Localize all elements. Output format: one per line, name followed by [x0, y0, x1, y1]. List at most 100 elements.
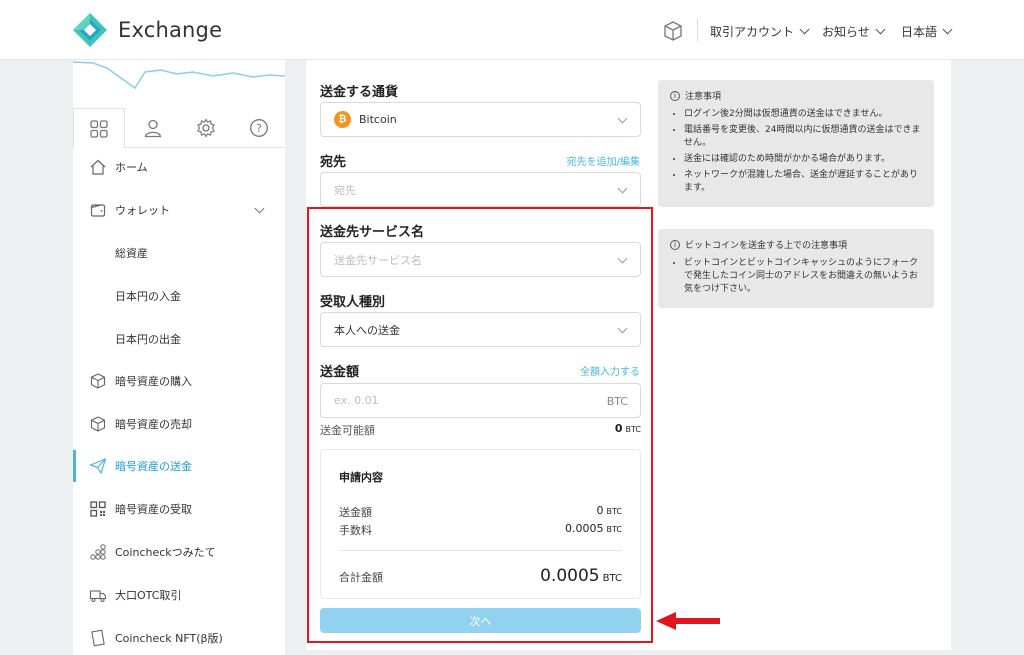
- notifications-label: お知らせ: [822, 25, 870, 39]
- summary-total-unit: BTC: [602, 573, 622, 584]
- sidebar-item-label: Coincheckつみたて: [115, 546, 216, 559]
- summary-title: 申請内容: [339, 471, 383, 484]
- sidebar-item-label: Coincheck NFT(β版): [115, 632, 223, 645]
- available-amount-value: 0 BTC: [320, 422, 641, 435]
- notice-box-general: i 注意事項 ログイン後2分間は仮想通貨の送金はできません。 電話番号を変更後、…: [658, 80, 934, 207]
- recipient-type-value: 本人への送金: [334, 323, 400, 337]
- sidebar-item-sell-crypto[interactable]: 暗号資産の売却: [73, 408, 285, 440]
- card-icon: [87, 627, 109, 649]
- price-sparkline: [73, 61, 285, 90]
- chevron-down-icon: [875, 24, 886, 35]
- amount-input[interactable]: ex. 0.01 BTC: [320, 383, 641, 418]
- info-icon: i: [670, 90, 680, 101]
- notice-box-bitcoin: i ビットコインを送金する上での注意事項 ビットコインとビットコインキャッシュの…: [658, 229, 934, 308]
- trading-account-label: 取引アカウント: [710, 25, 795, 39]
- chevron-down-icon: [617, 113, 628, 124]
- summary-total-value: 0.0005 BTC: [540, 566, 622, 586]
- chevron-down-icon: [942, 24, 953, 35]
- summary-total-number: 0.0005: [540, 566, 600, 586]
- notifications-menu[interactable]: お知らせ: [822, 23, 886, 40]
- sidebar-item-tsumitate[interactable]: Coincheckつみたて: [73, 536, 285, 568]
- service-name-label: 送金先サービス名: [320, 225, 425, 240]
- amount-label: 送金額: [320, 365, 360, 380]
- chevron-down-icon: [254, 203, 265, 214]
- sidebar: ? ホーム ウォレット 総資産 日本円の入金 日本円の出金 暗号資産の購入 暗号…: [73, 60, 285, 655]
- sidebar-icon-tabs: ?: [73, 108, 285, 148]
- sidebar-item-send-crypto[interactable]: 暗号資産の送金: [73, 450, 285, 482]
- coincheck-logo-icon[interactable]: [72, 12, 108, 48]
- sidebar-item-home[interactable]: ホーム: [73, 151, 285, 183]
- available-amount-number: 0: [614, 422, 623, 435]
- brand-name[interactable]: Exchange: [118, 18, 222, 42]
- recipient-type-select[interactable]: 本人への送金: [320, 312, 641, 347]
- summary-amount-number: 0: [596, 504, 604, 517]
- list-item: ビットコインとビットコインキャッシュのようにフォークで発生したコイン同士のアドレ…: [684, 257, 922, 296]
- send-crypto-panel: 送金する通貨 ₿ Bitcoin 宛先 宛先を追加/編集 宛先 送金先サービス名…: [306, 60, 951, 650]
- tab-settings[interactable]: [180, 108, 232, 148]
- summary-fee-number: 0.0005: [565, 522, 604, 535]
- tab-help[interactable]: ?: [233, 108, 285, 148]
- cube-icon: [87, 413, 109, 435]
- bitcoin-icon: ₿: [334, 111, 351, 128]
- list-item: 電話番号を変更後、24時間以内に仮想通貨の送金はできません。: [684, 124, 922, 150]
- destination-select[interactable]: 宛先: [320, 172, 641, 207]
- summary-fee-row: 手数料 0.0005 BTC: [339, 522, 622, 538]
- recipient-type-label: 受取人種別: [320, 295, 386, 310]
- sidebar-item-receive-crypto[interactable]: 暗号資産の受取: [73, 493, 285, 525]
- tab-account[interactable]: [127, 108, 179, 148]
- coins-icon: [87, 541, 109, 563]
- grid-icon: [90, 119, 108, 138]
- currency-value: Bitcoin: [359, 113, 397, 126]
- language-menu[interactable]: 日本語: [901, 23, 953, 40]
- home-icon: [87, 156, 109, 178]
- destination-label: 宛先: [320, 155, 347, 170]
- enter-full-amount-link[interactable]: 全額入力する: [580, 363, 640, 378]
- notice-title-text: ビットコインを送金する上での注意事項: [685, 241, 848, 251]
- chevron-down-icon: [617, 253, 628, 264]
- sidebar-item-label: 暗号資産の購入: [115, 375, 192, 388]
- chevron-down-icon: [617, 323, 628, 334]
- gear-icon: [197, 118, 215, 138]
- sidebar-item-otc[interactable]: 大口OTC取引: [73, 579, 285, 611]
- header-divider: [697, 18, 698, 42]
- summary-divider: [339, 550, 622, 551]
- destination-placeholder: 宛先: [334, 183, 356, 197]
- arrow-left-icon: [656, 612, 720, 630]
- truck-icon: [87, 584, 109, 606]
- trading-account-menu[interactable]: 取引アカウント: [710, 23, 810, 40]
- summary-fee-unit: BTC: [606, 525, 623, 534]
- question-icon: ?: [250, 119, 268, 137]
- chevron-down-icon: [799, 24, 810, 35]
- sidebar-item-label: 大口OTC取引: [115, 589, 182, 602]
- info-icon: i: [670, 239, 680, 250]
- list-item: ログイン後2分間は仮想通貨の送金はできません。: [684, 108, 922, 121]
- sidebar-item-wallet[interactable]: ウォレット: [73, 194, 285, 226]
- tab-dashboard[interactable]: [73, 108, 125, 148]
- amount-unit: BTC: [606, 395, 628, 408]
- sidebar-item-total-assets[interactable]: 総資産: [73, 237, 285, 269]
- tabs-divider: [125, 147, 285, 148]
- sidebar-item-nft[interactable]: Coincheck NFT(β版): [73, 622, 285, 654]
- summary-amount-unit: BTC: [606, 507, 623, 516]
- summary-fee-label: 手数料: [339, 524, 372, 537]
- summary-amount-row: 送金額 0 BTC: [339, 504, 622, 520]
- sidebar-item-jpy-withdrawal[interactable]: 日本円の出金: [73, 323, 285, 355]
- sidebar-item-label: ウォレット: [115, 204, 170, 217]
- notice-title: i ビットコインを送金する上での注意事項: [670, 238, 922, 251]
- language-label: 日本語: [901, 25, 938, 39]
- sidebar-item-jpy-deposit[interactable]: 日本円の入金: [73, 280, 285, 312]
- sidebar-item-label: 日本円の出金: [115, 333, 181, 346]
- sidebar-item-buy-crypto[interactable]: 暗号資産の購入: [73, 365, 285, 397]
- next-button[interactable]: 次へ: [320, 608, 641, 633]
- summary-amount-label: 送金額: [339, 506, 372, 519]
- sidebar-item-label: 暗号資産の送金: [115, 460, 192, 473]
- cube-icon: [87, 370, 109, 392]
- sidebar-item-label: 総資産: [115, 247, 148, 260]
- edit-destination-link[interactable]: 宛先を追加/編集: [567, 153, 640, 168]
- sidebar-item-label: 暗号資産の売却: [115, 418, 192, 431]
- currency-select[interactable]: ₿ Bitcoin: [320, 102, 641, 137]
- cube-icon[interactable]: [662, 20, 684, 42]
- list-item: ネットワークが混雑した場合、送金が遅延することがあります。: [684, 169, 922, 195]
- amount-placeholder: ex. 0.01: [334, 394, 379, 407]
- service-name-select[interactable]: 送金先サービス名: [320, 242, 641, 277]
